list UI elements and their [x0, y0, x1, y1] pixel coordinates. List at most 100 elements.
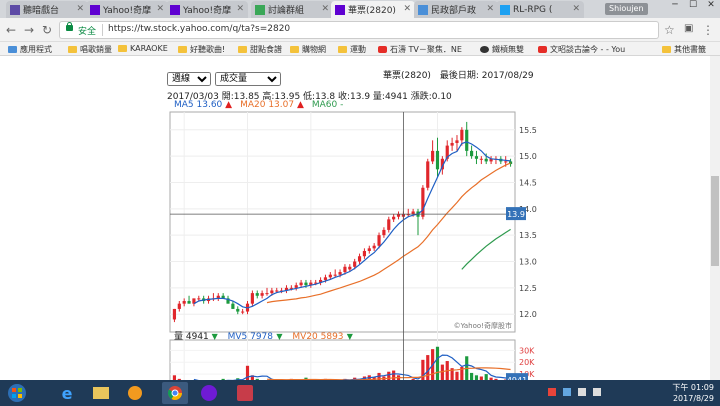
candle-body [294, 285, 298, 288]
bookmark-item[interactable]: 購物網 [290, 44, 326, 55]
app-taskbar-button[interactable] [232, 382, 258, 404]
bookmark-item[interactable]: 石濤 TV－聚焦．NE [378, 44, 462, 55]
ma-legend-item: MA20 13.07 ▲ [240, 100, 304, 110]
volume-legend: 量 4941 ▼ MV5 7978 ▼ MV20 5893 ▼ [174, 331, 354, 342]
indicator-select[interactable]: 成交量 [215, 72, 281, 86]
maximize-icon[interactable]: ☐ [684, 0, 702, 14]
browser-tab[interactable]: Yahoo!奇摩 ✕ [86, 1, 168, 18]
tab-close-icon[interactable]: ✕ [76, 4, 84, 14]
tray-app-icon[interactable] [548, 388, 556, 396]
price-tick-label: 15.0 [519, 152, 537, 161]
bookmark-star-icon[interactable]: ☆ [664, 23, 675, 37]
candle-body [372, 245, 376, 249]
bookmark-label: 好聽歌曲! [190, 45, 226, 54]
candle-body [255, 293, 259, 296]
tab-favicon-icon [255, 4, 265, 15]
candle-body [182, 301, 186, 304]
tab-close-icon[interactable]: ✕ [486, 4, 494, 14]
secure-label: 安全 [78, 27, 97, 37]
tab-label: Yahoo!奇摩 [183, 6, 232, 16]
candle-body [450, 142, 454, 146]
bookmark-item[interactable]: 鐵槓無雙 [480, 44, 524, 55]
taskbar: e 下午 01:09 2017/8/29 [0, 380, 720, 406]
address-bar[interactable]: 安全 https://tw.stock.yahoo.com/q/ta?s=282… [60, 22, 658, 38]
url-text[interactable]: https://tw.stock.yahoo.com/q/ta?s=2820 [108, 24, 290, 34]
bookmark-item[interactable]: 其他書籤 [662, 44, 706, 55]
media-taskbar-button[interactable] [122, 382, 148, 404]
browser-tab[interactable]: 聽暗戲台 ✕ [6, 1, 88, 18]
candle-body [387, 219, 391, 230]
bookmark-item[interactable]: 應用程式 [8, 44, 52, 55]
trend-arrow-icon: ▼ [276, 332, 283, 341]
candle-body [270, 290, 274, 294]
candle-body [435, 150, 440, 170]
candle-body [479, 158, 483, 160]
tray-flag-icon[interactable] [593, 388, 601, 396]
price-tick-label: 12.5 [519, 284, 537, 293]
candle-body [348, 266, 352, 270]
site-favicon-icon [480, 46, 489, 53]
chrome-icon [167, 386, 182, 400]
browser-tab[interactable]: 華票(2820) ✕ [331, 1, 415, 18]
minimize-icon[interactable]: ─ [666, 0, 684, 14]
yahoo-taskbar-button[interactable] [196, 382, 222, 404]
bookmark-label: 唱歌銷量 [80, 45, 112, 54]
ie-taskbar-button[interactable]: e [54, 382, 80, 404]
candle-body [265, 293, 269, 295]
browser-tab[interactable]: 民政部戶政 ✕ [414, 1, 498, 18]
period-select[interactable]: 週線 [167, 72, 211, 86]
back-icon[interactable]: ← [6, 23, 16, 37]
forward-icon[interactable]: → [24, 23, 34, 37]
bookmark-item[interactable]: 好聽歌曲! [178, 44, 225, 55]
bookmark-label: 購物網 [302, 45, 326, 54]
candle-body [343, 266, 347, 273]
internet-explorer-icon: e [61, 383, 73, 403]
browser-tab[interactable]: Yahoo!奇摩 ✕ [166, 1, 248, 18]
browser-tab[interactable]: 討論群組 ✕ [251, 1, 333, 18]
bookmark-item[interactable]: 唱歌銷量 [68, 44, 112, 55]
bookmark-item[interactable]: 文昭談古論今 - - You [538, 44, 625, 55]
candle-body [187, 301, 191, 304]
tab-close-icon[interactable]: ✕ [321, 4, 329, 14]
price-axis: 12.012.513.013.514.014.515.015.5 [519, 126, 537, 319]
tab-close-icon[interactable]: ✕ [236, 4, 244, 14]
tab-label: 民政部戶政 [431, 6, 477, 16]
tab-label: Yahoo!奇摩 [103, 6, 152, 16]
start-button[interactable] [2, 382, 32, 404]
tab-close-icon[interactable]: ✕ [403, 4, 411, 14]
stock-name-code: 華票(2820) [383, 71, 431, 81]
price-tick-label: 12.0 [519, 310, 537, 319]
bookmark-label: KARAOKE [130, 44, 168, 53]
tab-close-icon[interactable]: ✕ [572, 4, 580, 14]
bookmark-item[interactable]: 甜點食譜 [238, 44, 282, 55]
tab-favicon-icon [10, 4, 20, 15]
candle-body [357, 256, 362, 262]
close-window-icon[interactable]: ✕ [702, 0, 720, 14]
page-scrollbar[interactable] [710, 56, 720, 380]
tray-volume-icon[interactable] [578, 388, 586, 396]
scrollbar-thumb[interactable] [711, 176, 719, 266]
tray-network-icon[interactable] [563, 388, 571, 396]
taskbar-clock[interactable]: 下午 01:09 2017/8/29 [672, 382, 714, 404]
candle-body [431, 150, 435, 162]
candle-body [275, 290, 279, 292]
explorer-taskbar-button[interactable] [88, 382, 114, 404]
candle-body [304, 282, 308, 286]
tab-close-icon[interactable]: ✕ [156, 4, 164, 14]
folder-icon [93, 387, 109, 399]
bookmark-label: 其他書籤 [674, 45, 706, 54]
profile-name-badge[interactable]: Shioujen [605, 3, 648, 15]
bookmark-item[interactable]: KARAOKE [118, 44, 168, 53]
bookmark-item[interactable]: 運動 [338, 44, 366, 55]
windows-logo-icon [8, 384, 26, 402]
bookmarks-bar: 應用程式 唱歌銷量 KARAOKE 好聽歌曲! 甜點食譜 購物網 運動 石濤 TV－聚焦．NE… [0, 42, 720, 56]
reload-icon[interactable]: ↻ [42, 23, 52, 37]
extension-icon[interactable]: ▣ [684, 23, 693, 34]
folder-icon [178, 46, 187, 53]
menu-icon[interactable]: ⋮ [702, 23, 714, 37]
chrome-taskbar-button[interactable] [162, 382, 188, 404]
browser-tab[interactable]: RL-RPG (✕ [496, 1, 584, 18]
candle-body [338, 272, 342, 275]
folder-icon [238, 46, 247, 53]
clock-date: 2017/8/29 [672, 394, 714, 403]
